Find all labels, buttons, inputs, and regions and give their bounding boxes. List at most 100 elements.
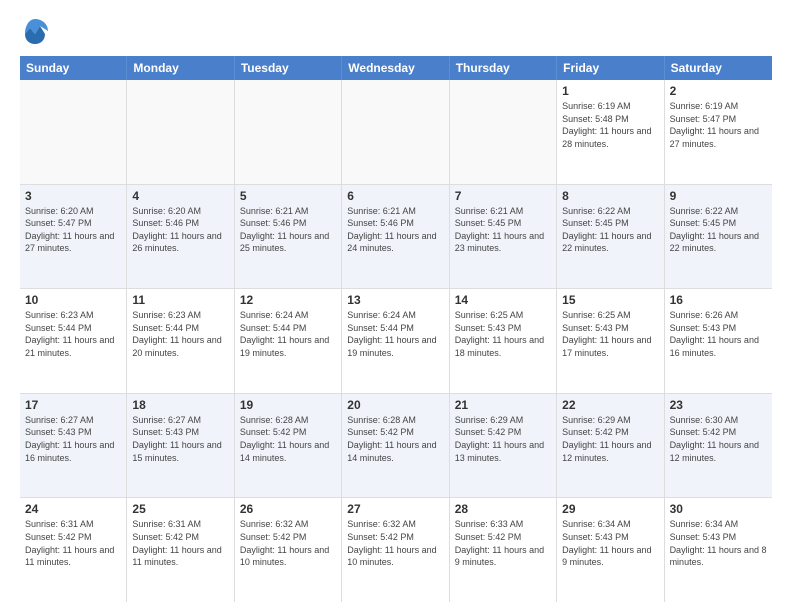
calendar-cell: 7Sunrise: 6:21 AM Sunset: 5:45 PM Daylig… <box>450 185 557 289</box>
calendar-header: SundayMondayTuesdayWednesdayThursdayFrid… <box>20 56 772 80</box>
cell-daylight-info: Sunrise: 6:20 AM Sunset: 5:46 PM Dayligh… <box>132 205 228 255</box>
day-number: 24 <box>25 502 121 516</box>
day-number: 21 <box>455 398 551 412</box>
day-number: 2 <box>670 84 767 98</box>
cell-daylight-info: Sunrise: 6:34 AM Sunset: 5:43 PM Dayligh… <box>562 518 658 568</box>
calendar-cell <box>235 80 342 184</box>
day-number: 25 <box>132 502 228 516</box>
day-number: 18 <box>132 398 228 412</box>
calendar-cell: 25 Sunrise: 6:31 AM Sunset: 5:42 PM Dayli… <box>127 498 234 602</box>
cell-daylight-info: Sunrise: 6:20 AM Sunset: 5:47 PM Dayligh… <box>25 205 121 255</box>
header-day-wednesday: Wednesday <box>342 56 449 80</box>
calendar-cell: 16Sunrise: 6:26 AM Sunset: 5:43 PM Dayli… <box>665 289 772 393</box>
calendar-cell: 10Sunrise: 6:23 AM Sunset: 5:44 PM Dayli… <box>20 289 127 393</box>
calendar-cell: 13 Sunrise: 6:24 AM Sunset: 5:44 PM Dayli… <box>342 289 449 393</box>
day-number: 12 <box>240 293 336 307</box>
header <box>20 16 772 46</box>
day-number: 6 <box>347 189 443 203</box>
cell-daylight-info: Sunrise: 6:24 AM Sunset: 5:44 PM Dayligh… <box>347 309 443 359</box>
day-number: 30 <box>670 502 767 516</box>
day-number: 8 <box>562 189 658 203</box>
header-day-tuesday: Tuesday <box>235 56 342 80</box>
calendar-cell: 9Sunrise: 6:22 AM Sunset: 5:45 PM Daylig… <box>665 185 772 289</box>
day-number: 5 <box>240 189 336 203</box>
cell-daylight-info: Sunrise: 6:30 AM Sunset: 5:42 PM Dayligh… <box>670 414 767 464</box>
page: SundayMondayTuesdayWednesdayThursdayFrid… <box>0 0 792 612</box>
cell-daylight-info: Sunrise: 6:21 AM Sunset: 5:46 PM Dayligh… <box>347 205 443 255</box>
day-number: 29 <box>562 502 658 516</box>
cell-daylight-info: Sunrise: 6:22 AM Sunset: 5:45 PM Dayligh… <box>670 205 767 255</box>
cell-daylight-info: Sunrise: 6:33 AM Sunset: 5:42 PM Dayligh… <box>455 518 551 568</box>
calendar-row-2: 3 Sunrise: 6:20 AM Sunset: 5:47 PM Daylig… <box>20 185 772 290</box>
calendar-cell: 15Sunrise: 6:25 AM Sunset: 5:43 PM Dayli… <box>557 289 664 393</box>
cell-daylight-info: Sunrise: 6:29 AM Sunset: 5:42 PM Dayligh… <box>455 414 551 464</box>
calendar-cell: 1 Sunrise: 6:19 AM Sunset: 5:48 PM Daylig… <box>557 80 664 184</box>
day-number: 13 <box>347 293 443 307</box>
calendar-row-1: 1 Sunrise: 6:19 AM Sunset: 5:48 PM Daylig… <box>20 80 772 185</box>
calendar-cell: 26 Sunrise: 6:32 AM Sunset: 5:42 PM Dayli… <box>235 498 342 602</box>
cell-daylight-info: Sunrise: 6:24 AM Sunset: 5:44 PM Dayligh… <box>240 309 336 359</box>
calendar-cell: 27 Sunrise: 6:32 AM Sunset: 5:42 PM Dayli… <box>342 498 449 602</box>
calendar-cell: 20 Sunrise: 6:28 AM Sunset: 5:42 PM Dayli… <box>342 394 449 498</box>
header-day-friday: Friday <box>557 56 664 80</box>
day-number: 11 <box>132 293 228 307</box>
calendar-row-4: 17 Sunrise: 6:27 AM Sunset: 5:43 PM Dayli… <box>20 394 772 499</box>
calendar-body: 1 Sunrise: 6:19 AM Sunset: 5:48 PM Daylig… <box>20 80 772 602</box>
cell-daylight-info: Sunrise: 6:23 AM Sunset: 5:44 PM Dayligh… <box>25 309 121 359</box>
cell-daylight-info: Sunrise: 6:28 AM Sunset: 5:42 PM Dayligh… <box>347 414 443 464</box>
calendar-row-3: 10Sunrise: 6:23 AM Sunset: 5:44 PM Dayli… <box>20 289 772 394</box>
calendar-cell <box>20 80 127 184</box>
cell-daylight-info: Sunrise: 6:19 AM Sunset: 5:48 PM Dayligh… <box>562 100 658 150</box>
calendar-cell: 4Sunrise: 6:20 AM Sunset: 5:46 PM Daylig… <box>127 185 234 289</box>
calendar-cell <box>127 80 234 184</box>
calendar-cell: 18 Sunrise: 6:27 AM Sunset: 5:43 PM Dayli… <box>127 394 234 498</box>
calendar-cell: 17 Sunrise: 6:27 AM Sunset: 5:43 PM Dayli… <box>20 394 127 498</box>
day-number: 20 <box>347 398 443 412</box>
calendar-cell: 8Sunrise: 6:22 AM Sunset: 5:45 PM Daylig… <box>557 185 664 289</box>
logo <box>20 16 54 46</box>
cell-daylight-info: Sunrise: 6:32 AM Sunset: 5:42 PM Dayligh… <box>347 518 443 568</box>
day-number: 1 <box>562 84 658 98</box>
cell-daylight-info: Sunrise: 6:27 AM Sunset: 5:43 PM Dayligh… <box>25 414 121 464</box>
calendar-cell: 6 Sunrise: 6:21 AM Sunset: 5:46 PM Daylig… <box>342 185 449 289</box>
calendar-cell: 3 Sunrise: 6:20 AM Sunset: 5:47 PM Daylig… <box>20 185 127 289</box>
cell-daylight-info: Sunrise: 6:29 AM Sunset: 5:42 PM Dayligh… <box>562 414 658 464</box>
cell-daylight-info: Sunrise: 6:32 AM Sunset: 5:42 PM Dayligh… <box>240 518 336 568</box>
day-number: 15 <box>562 293 658 307</box>
header-day-sunday: Sunday <box>20 56 127 80</box>
cell-daylight-info: Sunrise: 6:25 AM Sunset: 5:43 PM Dayligh… <box>455 309 551 359</box>
cell-daylight-info: Sunrise: 6:31 AM Sunset: 5:42 PM Dayligh… <box>25 518 121 568</box>
cell-daylight-info: Sunrise: 6:34 AM Sunset: 5:43 PM Dayligh… <box>670 518 767 568</box>
calendar-cell <box>342 80 449 184</box>
calendar: SundayMondayTuesdayWednesdayThursdayFrid… <box>20 56 772 602</box>
cell-daylight-info: Sunrise: 6:31 AM Sunset: 5:42 PM Dayligh… <box>132 518 228 568</box>
day-number: 28 <box>455 502 551 516</box>
day-number: 3 <box>25 189 121 203</box>
calendar-cell: 2 Sunrise: 6:19 AM Sunset: 5:47 PM Daylig… <box>665 80 772 184</box>
cell-daylight-info: Sunrise: 6:28 AM Sunset: 5:42 PM Dayligh… <box>240 414 336 464</box>
calendar-cell: 11 Sunrise: 6:23 AM Sunset: 5:44 PM Dayli… <box>127 289 234 393</box>
cell-daylight-info: Sunrise: 6:21 AM Sunset: 5:45 PM Dayligh… <box>455 205 551 255</box>
calendar-cell: 29 Sunrise: 6:34 AM Sunset: 5:43 PM Dayli… <box>557 498 664 602</box>
calendar-cell: 23 Sunrise: 6:30 AM Sunset: 5:42 PM Dayli… <box>665 394 772 498</box>
cell-daylight-info: Sunrise: 6:23 AM Sunset: 5:44 PM Dayligh… <box>132 309 228 359</box>
calendar-row-5: 24 Sunrise: 6:31 AM Sunset: 5:42 PM Dayli… <box>20 498 772 602</box>
calendar-cell: 21 Sunrise: 6:29 AM Sunset: 5:42 PM Dayli… <box>450 394 557 498</box>
day-number: 17 <box>25 398 121 412</box>
cell-daylight-info: Sunrise: 6:21 AM Sunset: 5:46 PM Dayligh… <box>240 205 336 255</box>
calendar-cell: 22Sunrise: 6:29 AM Sunset: 5:42 PM Dayli… <box>557 394 664 498</box>
cell-daylight-info: Sunrise: 6:19 AM Sunset: 5:47 PM Dayligh… <box>670 100 767 150</box>
header-day-thursday: Thursday <box>450 56 557 80</box>
day-number: 14 <box>455 293 551 307</box>
header-day-monday: Monday <box>127 56 234 80</box>
day-number: 23 <box>670 398 767 412</box>
cell-daylight-info: Sunrise: 6:27 AM Sunset: 5:43 PM Dayligh… <box>132 414 228 464</box>
day-number: 26 <box>240 502 336 516</box>
day-number: 27 <box>347 502 443 516</box>
day-number: 19 <box>240 398 336 412</box>
calendar-cell: 28 Sunrise: 6:33 AM Sunset: 5:42 PM Dayli… <box>450 498 557 602</box>
logo-icon <box>20 16 50 46</box>
calendar-cell: 14 Sunrise: 6:25 AM Sunset: 5:43 PM Dayli… <box>450 289 557 393</box>
calendar-cell: 12 Sunrise: 6:24 AM Sunset: 5:44 PM Dayli… <box>235 289 342 393</box>
day-number: 16 <box>670 293 767 307</box>
